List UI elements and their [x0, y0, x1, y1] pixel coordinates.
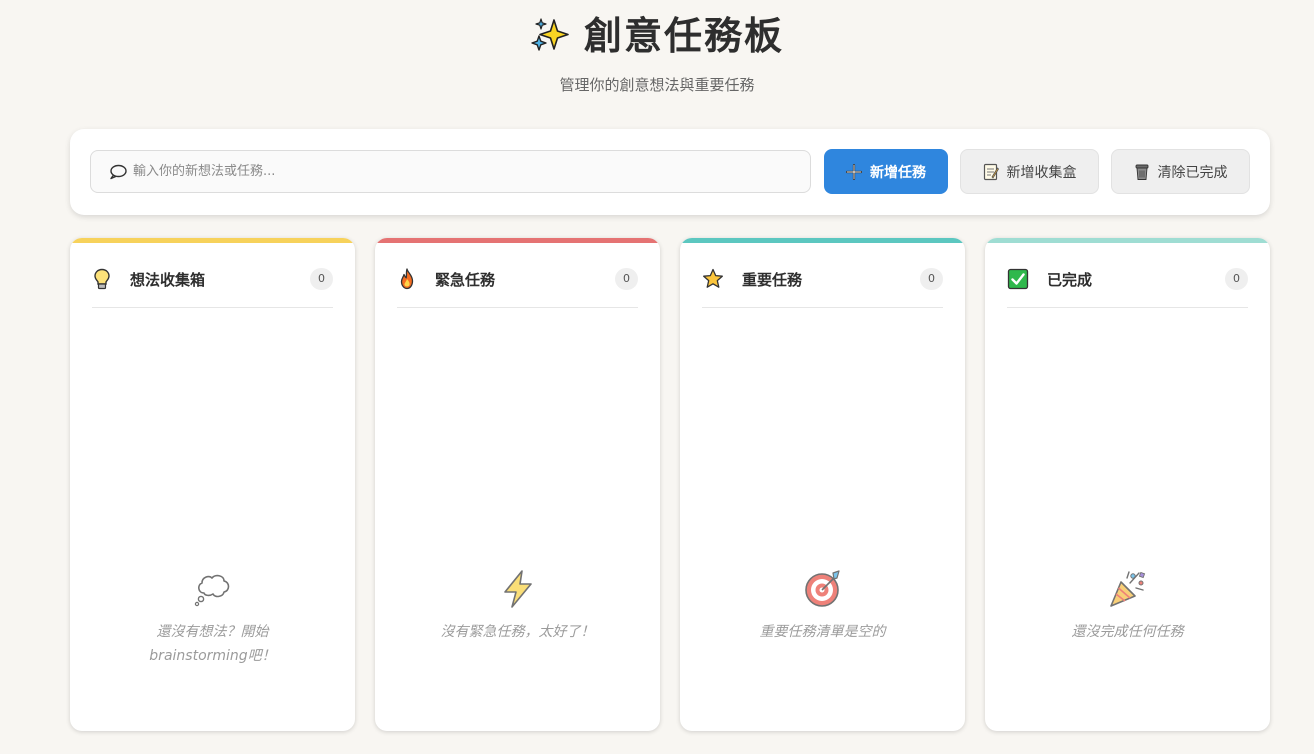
title-row: 創意任務板 [0, 10, 1314, 62]
column-count-badge: 0 [615, 268, 638, 290]
speech-bubble-icon [110, 164, 127, 180]
party-popper-icon [1109, 571, 1145, 607]
empty-state-text: 還沒完成任何任務 [1071, 624, 1184, 640]
column-done: 已完成 0 還沒完成任何任務 [985, 238, 1270, 731]
empty-state: 重要任務清單是空的 [680, 568, 965, 644]
column-accent-bar [985, 238, 1270, 243]
add-task-label: 新增任務 [870, 164, 926, 181]
task-input-wrapper[interactable] [90, 150, 811, 193]
clear-completed-label: 清除已完成 [1157, 164, 1228, 181]
column-header: 已完成 0 [1007, 264, 1248, 294]
column-header: 想法收集箱 0 [92, 264, 333, 294]
checkbox-icon [1007, 268, 1029, 290]
column-divider [92, 307, 333, 308]
empty-state-text: 重要任務清單是空的 [759, 624, 886, 640]
trash-can-icon [1135, 164, 1148, 180]
sparkles-icon [531, 18, 569, 51]
task-toolbar: 新增任務 新增收集盒 清除已完成 [70, 129, 1270, 215]
add-task-button[interactable]: 新增任務 [824, 149, 948, 194]
column-urgent: 緊急任務 0 沒有緊急任務，太好了！ [375, 238, 660, 731]
empty-state: 還沒有想法？開始brainstorming吧！ [70, 568, 355, 668]
fire-icon [400, 268, 414, 290]
column-important: 重要任務 0 重要任務清單是空的 [680, 238, 965, 731]
column-divider [397, 307, 638, 308]
column-header: 重要任務 0 [702, 264, 943, 294]
add-collection-button[interactable]: 新增收集盒 [960, 149, 1099, 194]
column-accent-bar [375, 238, 660, 243]
column-title: 重要任務 [742, 270, 803, 289]
plus-icon [846, 163, 862, 180]
column-title: 想法收集箱 [130, 270, 206, 289]
page-subtitle: 管理你的創意想法與重要任務 [559, 76, 755, 94]
empty-state-text: 還沒有想法？開始brainstorming吧！ [149, 624, 276, 664]
column-divider [702, 307, 943, 308]
lightbulb-icon [94, 268, 110, 290]
star-icon [703, 268, 723, 288]
empty-state: 沒有緊急任務，太好了！ [375, 568, 660, 644]
thought-bubble-icon [194, 574, 229, 607]
task-input[interactable] [131, 151, 801, 192]
column-title: 緊急任務 [435, 270, 496, 289]
empty-state-text: 沒有緊急任務，太好了！ [440, 624, 595, 640]
column-accent-bar [680, 238, 965, 243]
column-ideas: 想法收集箱 0 還沒有想法？開始brainstorming吧！ [70, 238, 355, 731]
column-header: 緊急任務 0 [397, 264, 638, 294]
lightning-icon [503, 570, 532, 608]
clear-completed-button[interactable]: 清除已完成 [1111, 149, 1250, 194]
column-title: 已完成 [1047, 270, 1093, 289]
column-count-badge: 0 [920, 268, 943, 290]
add-collection-label: 新增收集盒 [1006, 164, 1077, 181]
column-count-badge: 0 [310, 268, 333, 290]
column-divider [1007, 307, 1248, 308]
memo-icon [983, 163, 999, 180]
column-accent-bar [70, 238, 355, 243]
empty-state: 還沒完成任何任務 [985, 568, 1270, 644]
page-title: 創意任務板 [583, 14, 784, 58]
target-icon [804, 570, 840, 607]
column-count-badge: 0 [1225, 268, 1248, 290]
